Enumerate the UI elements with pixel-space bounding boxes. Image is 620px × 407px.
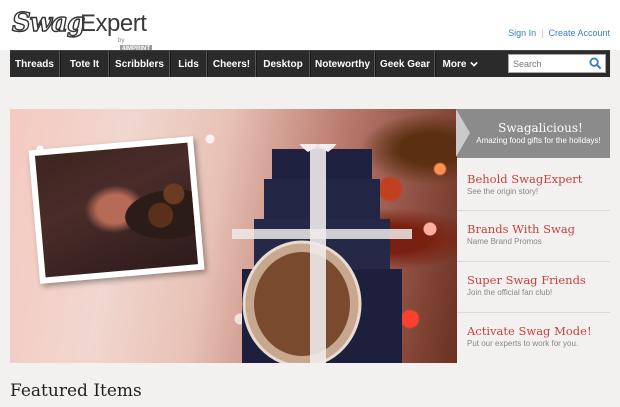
main-nav: Threads Tote It Scribblers Lids Cheers! … <box>10 50 610 77</box>
side-link-behold-swagexpert[interactable]: Behold SwagExpert See the origin story! <box>457 161 610 211</box>
logo-script-text: Swag <box>11 7 86 38</box>
account-links: Sign In | Create Account <box>508 27 610 39</box>
hero-image[interactable] <box>10 109 457 363</box>
create-account-link[interactable]: Create Account <box>548 28 610 38</box>
promo-tag-subtitle: Amazing food gifts for the holidays! <box>476 136 601 145</box>
nav-item-desktop[interactable]: Desktop <box>256 51 310 77</box>
account-divider: | <box>541 28 544 38</box>
chocolates-photo-inner <box>34 142 199 278</box>
nav-item-threads[interactable]: Threads <box>10 51 60 77</box>
nav-item-more[interactable]: More <box>435 51 485 77</box>
side-link-subtitle: Name Brand Promos <box>467 237 542 246</box>
hero-sidebar: Swagalicious! Amazing food gifts for the… <box>456 109 610 363</box>
side-link-subtitle: Join the official fan club! <box>467 288 553 297</box>
swagexpert-logo[interactable]: Swag Expert by4IMPRINT <box>11 7 153 53</box>
site-header: Swag Expert by4IMPRINT Sign In | Create Ac… <box>0 0 620 53</box>
promo-tag[interactable]: Swagalicious! Amazing food gifts for the… <box>456 109 610 158</box>
logo-word-text: Expert <box>80 10 147 37</box>
side-link-title: Brands With Swag <box>467 222 576 236</box>
nav-item-lids[interactable]: Lids <box>170 51 207 77</box>
side-link-subtitle: Put our experts to work for you. <box>467 339 579 348</box>
logo-by-text: by <box>118 38 125 44</box>
side-link-subtitle: See the origin story! <box>467 187 539 196</box>
nav-item-noteworthy[interactable]: Noteworthy <box>310 51 375 77</box>
gift-tower-image <box>232 144 412 363</box>
side-link-activate-swag-mode[interactable]: Activate Swag Mode! Put our experts to w… <box>457 312 610 362</box>
sign-in-link[interactable]: Sign In <box>508 28 536 38</box>
nav-item-geek-gear[interactable]: Geek Gear <box>375 51 435 77</box>
side-link-brands-with-swag[interactable]: Brands With Swag Name Brand Promos <box>457 210 610 260</box>
featured-items-heading: Featured Items <box>10 381 142 401</box>
nav-item-scribblers[interactable]: Scribblers <box>109 51 170 77</box>
promo-tag-arrow <box>456 109 470 157</box>
side-link-super-swag-friends[interactable]: Super Swag Friends Join the official fan… <box>457 261 610 311</box>
side-link-title: Super Swag Friends <box>467 273 586 287</box>
chocolates-photo <box>28 136 205 284</box>
search-input[interactable] <box>509 55 587 72</box>
search-box <box>508 54 606 73</box>
side-link-title: Activate Swag Mode! <box>467 324 592 338</box>
side-link-title: Behold SwagExpert <box>467 172 583 186</box>
search-icon[interactable] <box>589 57 602 70</box>
nav-item-cheers[interactable]: Cheers! <box>207 51 256 77</box>
chevron-down-icon <box>470 61 479 67</box>
nav-more-label: More <box>442 58 467 70</box>
hero-banner: Swagalicious! Amazing food gifts for the… <box>10 109 610 363</box>
promo-tag-title: Swagalicious! <box>498 121 583 135</box>
nav-item-tote-it[interactable]: Tote It <box>60 51 109 77</box>
